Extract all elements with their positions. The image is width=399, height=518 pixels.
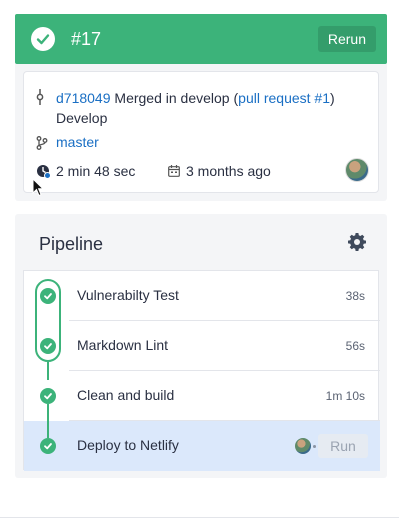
step-connector [47, 404, 49, 438]
commit-message-line2: Develop [56, 110, 108, 126]
build-info-panel: d718049 Merged in develop (pull request … [15, 64, 387, 201]
commit-icon [36, 89, 44, 105]
build-header: #17 Rerun [15, 14, 387, 64]
author-avatar[interactable] [345, 158, 369, 182]
rerun-button[interactable]: Rerun [317, 26, 376, 52]
build-time-ago: 3 months ago [186, 163, 271, 179]
pipeline-step[interactable]: Vulnerabilty Test 38s [24, 271, 380, 321]
build-number: #17 [71, 29, 102, 49]
separator-dot [313, 445, 316, 448]
step-duration: 38s [345, 289, 365, 303]
check-circle-icon [40, 388, 56, 404]
pipeline-step[interactable]: Clean and build 1m 10s [24, 371, 380, 421]
calendar-icon [168, 165, 180, 177]
commit-sha-link[interactable]: d718049 [56, 90, 111, 106]
pull-request-link[interactable]: pull request #1 [238, 90, 330, 106]
check-circle-icon [40, 288, 56, 304]
branch-link[interactable]: master [56, 134, 99, 150]
branch-icon [36, 136, 48, 150]
pipeline-steps: Vulnerabilty Test 38s Markdown Lint 56s … [23, 270, 380, 471]
check-circle-icon [31, 27, 55, 51]
pipeline-title: Pipeline [39, 234, 104, 254]
step-duration: 56s [345, 339, 365, 353]
commit-message: d718049 Merged in develop (pull request … [56, 88, 356, 128]
clock-icon [37, 165, 51, 179]
commit-message-suffix: ) [330, 90, 335, 106]
pipeline-panel: Pipeline Vulnerabilty Test 38s Markdown … [15, 214, 387, 478]
mouse-cursor-icon [32, 178, 44, 197]
check-circle-icon [40, 338, 56, 354]
step-label: Deploy to Netlify [77, 437, 179, 453]
pipeline-step[interactable]: Markdown Lint 56s [24, 321, 380, 371]
run-button[interactable]: Run [318, 434, 368, 458]
commit-card: d718049 Merged in develop (pull request … [23, 71, 379, 193]
commit-message-prefix: Merged in develop ( [110, 90, 239, 106]
step-label: Markdown Lint [77, 337, 169, 353]
top-strip [0, 0, 399, 10]
pipeline-step[interactable]: Deploy to Netlify Run [24, 421, 380, 471]
build-duration: 2 min 48 sec [56, 163, 136, 179]
step-duration: 1m 10s [325, 389, 365, 403]
step-label: Vulnerabilty Test [77, 287, 179, 303]
check-circle-icon [40, 438, 56, 454]
step-connector [47, 362, 49, 380]
gear-icon[interactable] [347, 232, 367, 252]
avatar [295, 438, 311, 454]
step-label: Clean and build [77, 387, 175, 403]
